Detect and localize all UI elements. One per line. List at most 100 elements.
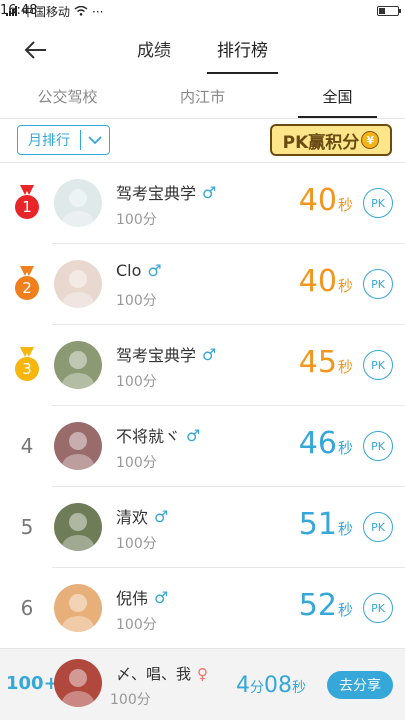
pk-points-banner[interactable]: PK赢积分 ¥ (270, 124, 392, 156)
pk-button[interactable]: PK (363, 431, 393, 461)
status-bar: 中国移动 ··· 16:48 (0, 0, 405, 22)
my-time-min: 4 (236, 673, 250, 698)
user-score: 100分 (116, 374, 157, 390)
ranking-row[interactable]: 5 清欢 ♂ 100分 51 秒 PK (0, 487, 405, 568)
gender-female-icon: ♀ (197, 664, 209, 683)
gender-male-icon: ♂ (202, 182, 217, 202)
user-time: 45 秒 (299, 345, 353, 380)
top-tabs: 成绩 排行榜 (0, 36, 405, 74)
pk-button[interactable]: PK (363, 188, 393, 218)
time-value: 45 (298, 345, 337, 380)
tab-city[interactable]: 内江市 (135, 78, 270, 118)
my-time: 4 分 08 秒 (236, 673, 306, 698)
user-time: 51 秒 (299, 507, 353, 542)
user-score: 100分 (116, 212, 157, 228)
my-name: 〆、唱、我 (116, 665, 192, 683)
user-name: Clo (116, 261, 142, 280)
my-rank: 100+ (6, 673, 59, 694)
my-score: 100分 (110, 692, 151, 708)
avatar[interactable] (54, 179, 102, 227)
medal-icon: 1 (12, 185, 42, 221)
avatar[interactable] (54, 422, 102, 470)
user-name: 不将就ヾ (116, 427, 181, 446)
region-tabs: 公交驾校 内江市 全国 (0, 78, 405, 118)
pk-points-label: PK赢积分 (282, 132, 360, 153)
user-name-row: 不将就ヾ ♂ (116, 423, 200, 447)
tab-leaderboard[interactable]: 排行榜 (207, 36, 278, 74)
pk-button[interactable]: PK (363, 512, 393, 542)
battery-icon (377, 6, 401, 16)
gender-male-icon: ♂ (186, 425, 201, 445)
time-value: 51 (298, 507, 337, 542)
user-name-row: 清欢 ♂ (116, 504, 168, 528)
time-unit: 秒 (337, 277, 353, 295)
my-time-sec: 08 (264, 673, 292, 698)
medal-rank: 2 (15, 276, 39, 300)
ranking-period-dropdown[interactable]: 月排行 (17, 125, 110, 155)
ranking-row[interactable]: 6 倪伟 ♂ 100分 52 秒 PK (0, 568, 405, 649)
rank-number: 4 (20, 434, 34, 458)
medal-rank: 1 (15, 195, 39, 219)
user-time: 40 秒 (299, 183, 353, 218)
chevron-down-icon (81, 135, 109, 145)
medal-icon: 2 (12, 266, 42, 302)
rank-number: 6 (20, 596, 34, 620)
user-name-row: 驾考宝典学 ♂ (116, 342, 216, 366)
time-unit: 秒 (337, 520, 353, 538)
user-time: 52 秒 (299, 588, 353, 623)
divider (0, 118, 405, 119)
ranking-row[interactable]: 1 驾考宝典学 ♂ 100分 40 秒 PK (0, 163, 405, 244)
pk-button[interactable]: PK (363, 593, 393, 623)
user-name-row: 倪伟 ♂ (116, 585, 168, 609)
user-name-row: 驾考宝典学 ♂ (116, 180, 216, 204)
pk-button[interactable]: PK (363, 269, 393, 299)
time-unit: 秒 (337, 196, 353, 214)
time-value: 52 (298, 588, 337, 623)
time-unit: 秒 (337, 358, 353, 376)
coin-icon: ¥ (361, 131, 380, 149)
time-value: 40 (298, 183, 337, 218)
user-score: 100分 (116, 617, 157, 633)
user-name: 驾考宝典学 (116, 346, 197, 365)
share-button[interactable]: 去分享 (327, 671, 393, 699)
user-score: 100分 (116, 455, 157, 471)
tab-national[interactable]: 全国 (270, 78, 405, 118)
user-score: 100分 (116, 536, 157, 552)
my-time-min-unit: 分 (250, 680, 264, 696)
avatar-image (62, 669, 94, 707)
user-name: 清欢 (116, 508, 149, 527)
time-unit: 秒 (337, 439, 353, 457)
ranking-row[interactable]: 3 驾考宝典学 ♂ 100分 45 秒 PK (0, 325, 405, 406)
gender-male-icon: ♂ (202, 344, 217, 364)
header: 成绩 排行榜 (0, 26, 405, 74)
my-time-sec-unit: 秒 (292, 680, 306, 696)
user-time: 40 秒 (299, 264, 353, 299)
medal-icon: 3 (12, 347, 42, 383)
time-unit: 秒 (337, 601, 353, 619)
rank-number: 5 (20, 515, 34, 539)
avatar[interactable] (54, 260, 102, 308)
time-value: 46 (298, 426, 337, 461)
medal-rank: 3 (15, 357, 39, 381)
tab-scores[interactable]: 成绩 (131, 36, 177, 61)
gender-male-icon: ♂ (147, 261, 162, 280)
my-avatar[interactable] (54, 659, 102, 707)
user-score: 100分 (116, 293, 157, 309)
my-name-row: 〆、唱、我 ♀ (116, 663, 208, 684)
ranking-period-label: 月排行 (28, 133, 70, 149)
gender-male-icon: ♂ (154, 587, 169, 607)
user-name: 驾考宝典学 (116, 184, 197, 203)
avatar[interactable] (54, 341, 102, 389)
pk-button[interactable]: PK (363, 350, 393, 380)
ranking-list: 1 驾考宝典学 ♂ 100分 40 秒 PK 2 Clo ♂ 100分 40 秒… (0, 163, 405, 649)
avatar[interactable] (54, 584, 102, 632)
user-name-row: Clo ♂ (116, 261, 162, 280)
avatar[interactable] (54, 503, 102, 551)
ranking-row[interactable]: 2 Clo ♂ 100分 40 秒 PK (0, 244, 405, 325)
gender-male-icon: ♂ (154, 506, 169, 526)
time-value: 40 (298, 264, 337, 299)
user-time: 46 秒 (299, 426, 353, 461)
ranking-row[interactable]: 4 不将就ヾ ♂ 100分 46 秒 PK (0, 406, 405, 487)
clock: 16:48 (0, 3, 38, 18)
tab-school[interactable]: 公交驾校 (0, 78, 135, 118)
